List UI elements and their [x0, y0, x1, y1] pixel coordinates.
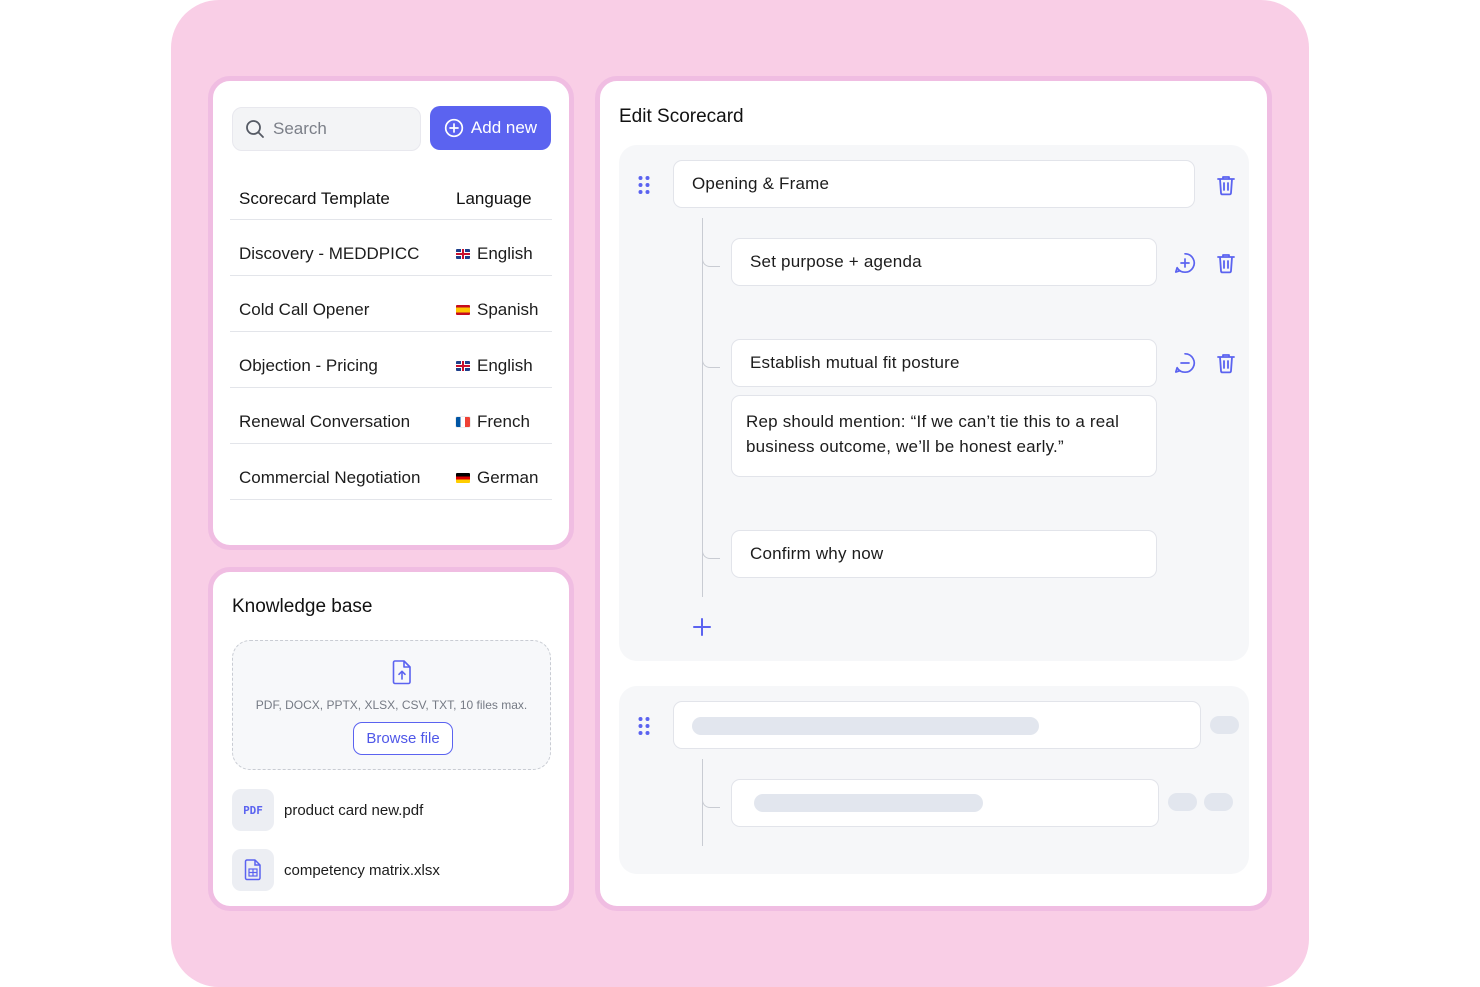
pdf-badge: PDF [243, 803, 263, 817]
upload-hint: PDF, DOCX, PPTX, XLSX, CSV, TXT, 10 file… [255, 698, 528, 712]
template-language: German [456, 468, 538, 488]
knowledge-base-title: Knowledge base [232, 596, 373, 617]
column-header-template: Scorecard Template [239, 189, 390, 208]
file-name: product card new.pdf [284, 801, 424, 819]
template-name: Commercial Negotiation [239, 468, 421, 487]
plus-circle-icon [444, 118, 464, 138]
criterion-input[interactable]: Establish mutual fit posture [731, 339, 1157, 387]
table-row[interactable]: Objection - Pricing English [230, 332, 552, 388]
tree-branch [702, 545, 720, 559]
knowledge-base-panel: Knowledge base PDF, DOCX, PPTX, XLSX, CS… [208, 567, 574, 911]
file-item[interactable]: competency matrix.xlsx [232, 849, 440, 891]
add-new-button[interactable]: Add new [430, 106, 551, 150]
column-header-language: Language [456, 189, 532, 208]
skeleton-bar [1168, 793, 1197, 811]
search-placeholder: Search [273, 119, 327, 138]
file-upload-icon [392, 660, 411, 685]
file-item[interactable]: PDF product card new.pdf [232, 789, 423, 831]
file-dropzone[interactable]: PDF, DOCX, PPTX, XLSX, CSV, TXT, 10 file… [232, 640, 551, 770]
language-label: English [477, 356, 533, 375]
table-row[interactable]: Commercial Negotiation German [230, 444, 552, 500]
template-name: Renewal Conversation [239, 412, 411, 431]
criterion-input[interactable]: Set purpose + agenda [731, 238, 1157, 286]
search-input[interactable]: Search [232, 107, 421, 151]
template-name: Discovery - MEDDPICC [239, 244, 420, 263]
trash-icon[interactable] [1214, 251, 1238, 275]
add-criterion-icon[interactable] [692, 617, 712, 637]
flag-icon [456, 305, 470, 315]
add-new-label: Add new [470, 118, 538, 137]
page-title: Edit Scorecard [619, 106, 744, 127]
browse-file-button[interactable]: Browse file [353, 722, 453, 755]
table-row[interactable]: Discovery - MEDDPICC English [230, 220, 552, 276]
template-language: English [456, 244, 533, 264]
flag-icon [456, 249, 470, 259]
tree-branch [702, 354, 720, 368]
trash-icon[interactable] [1214, 351, 1238, 375]
template-name: Objection - Pricing [239, 356, 378, 375]
criterion-input[interactable]: Confirm why now [731, 530, 1157, 578]
pdf-icon: PDF [232, 789, 274, 831]
tree-branch [702, 253, 720, 267]
edit-scorecard-panel: Edit Scorecard Opening & Frame Set purpo… [595, 76, 1272, 911]
language-label: English [477, 244, 533, 263]
criterion-note-input[interactable]: Rep should mention: “If we can’t tie thi… [731, 395, 1157, 477]
file-name: competency matrix.xlsx [284, 861, 440, 879]
table-row[interactable]: Cold Call Opener Spanish [230, 276, 552, 332]
skeleton-bar [1210, 716, 1239, 734]
spreadsheet-icon [232, 849, 274, 891]
template-name: Cold Call Opener [239, 300, 370, 319]
table-header: Scorecard Template Language [230, 181, 552, 220]
templates-panel: Search Add new Scorecard Template Langua… [208, 76, 574, 550]
drag-handle-icon[interactable] [637, 716, 651, 736]
skeleton-bar [754, 794, 983, 812]
tree-branch [702, 794, 720, 808]
add-comment-icon[interactable] [1173, 251, 1197, 275]
flag-icon [456, 361, 470, 371]
scorecard-section: Opening & Frame Set purpose + agenda Est… [619, 145, 1249, 661]
tree-connector [702, 218, 703, 597]
search-icon [246, 120, 264, 138]
template-language: Spanish [456, 300, 538, 320]
scorecard-section-placeholder [619, 686, 1249, 874]
table-row[interactable]: Renewal Conversation French [230, 388, 552, 444]
criterion-skeleton [731, 779, 1159, 827]
drag-handle-icon[interactable] [637, 175, 651, 195]
flag-icon [456, 473, 470, 483]
template-language: French [456, 412, 530, 432]
section-title-input[interactable]: Opening & Frame [673, 160, 1195, 208]
skeleton-bar [692, 717, 1039, 735]
skeleton-bar [1204, 793, 1233, 811]
trash-icon[interactable] [1214, 173, 1238, 197]
flag-icon [456, 417, 470, 427]
section-title-skeleton [673, 701, 1201, 749]
language-label: Spanish [477, 300, 539, 319]
remove-comment-icon[interactable] [1173, 351, 1197, 375]
language-label: German [477, 468, 539, 487]
language-label: French [477, 412, 530, 431]
template-language: English [456, 356, 533, 376]
